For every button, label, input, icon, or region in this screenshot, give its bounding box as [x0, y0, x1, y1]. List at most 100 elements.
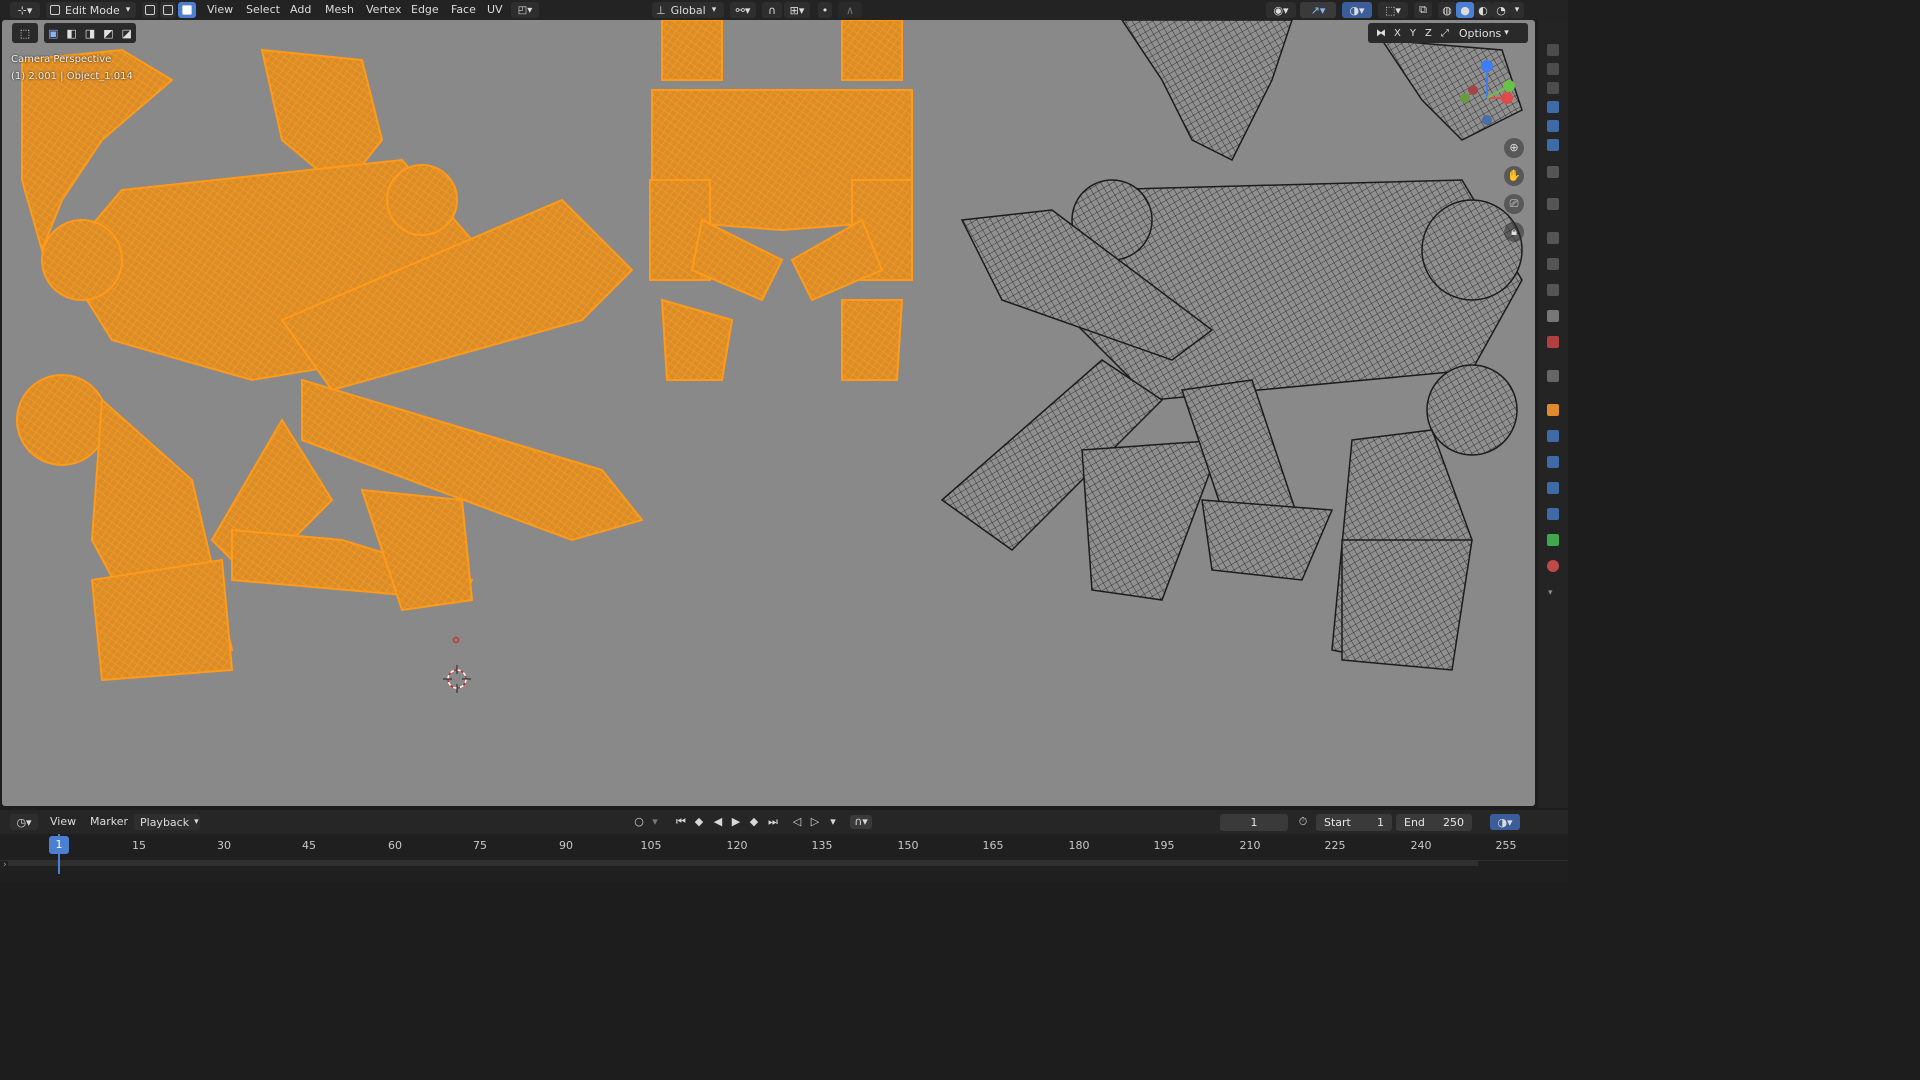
material-icon[interactable]: [1547, 560, 1559, 572]
select-subtract-icon[interactable]: ◨: [85, 27, 95, 40]
selected-robot-left[interactable]: [16, 48, 644, 682]
output-icon[interactable]: [1547, 258, 1559, 270]
lock-icon[interactable]: 🔒︎: [1504, 222, 1524, 242]
jump-start-icon[interactable]: ⏮: [674, 815, 688, 829]
menu-select[interactable]: Select: [246, 2, 280, 18]
shading-solid-button[interactable]: ●: [1456, 2, 1474, 18]
timeline-menu-marker[interactable]: Marker: [90, 814, 128, 830]
edge-select-button[interactable]: [160, 2, 176, 18]
world-icon[interactable]: [1547, 336, 1559, 348]
active-tool-button[interactable]: ⬚: [12, 23, 38, 43]
mesh-data-icon[interactable]: [1547, 534, 1559, 546]
camera-collection-icon-2[interactable]: [1547, 63, 1559, 75]
mode-dropdown[interactable]: Edit Mode ▾: [46, 2, 136, 18]
chevron-down-icon[interactable]: ▾: [826, 815, 840, 829]
wrench-tool-icon[interactable]: [1547, 198, 1559, 210]
view-layer-icon[interactable]: [1547, 284, 1559, 296]
transform-orientation-dropdown[interactable]: ⊥ Global ▾: [652, 2, 724, 18]
menu-mesh[interactable]: Mesh: [325, 2, 354, 18]
shading-rendered-button[interactable]: ◔: [1492, 2, 1510, 18]
3d-viewport[interactable]: ⬚ ▣ ◧ ◨ ◩ ◪ Camera Perspective (1) 2.001…: [2, 20, 1535, 806]
selected-robot-center[interactable]: [649, 20, 913, 381]
zoom-icon[interactable]: ⊕: [1504, 138, 1524, 158]
timeline-ruler[interactable]: 1 15 30 45 60 75 90 105 120 135 150 165 …: [0, 834, 1568, 882]
camera-collection-icon[interactable]: [1547, 44, 1559, 56]
jump-next-keyframe-icon[interactable]: ◆: [747, 815, 761, 829]
jump-end-icon[interactable]: ⏭: [766, 815, 780, 829]
constraints-icon[interactable]: [1547, 508, 1559, 520]
options-dropdown[interactable]: Options: [1459, 27, 1501, 40]
next-marker-icon[interactable]: ▷: [808, 815, 822, 829]
mirror-y-toggle[interactable]: Y: [1410, 28, 1416, 39]
tool-settings-icon[interactable]: [1547, 166, 1559, 178]
unselected-robot-right[interactable]: [940, 20, 1523, 671]
collection-icon[interactable]: [1547, 101, 1559, 113]
select-invert-icon[interactable]: ◩: [103, 27, 113, 40]
gizmo-neg-z-axis[interactable]: [1482, 115, 1492, 125]
prev-marker-icon[interactable]: ◁: [790, 815, 804, 829]
current-frame-field[interactable]: 1: [1220, 814, 1288, 831]
menu-vertex[interactable]: Vertex: [366, 2, 401, 18]
modifier-wrench-icon[interactable]: [1547, 430, 1559, 442]
start-frame-field[interactable]: Start 1: [1316, 814, 1392, 831]
shading-wireframe-button[interactable]: ◍: [1438, 2, 1456, 18]
shading-options-dropdown[interactable]: ▾: [1510, 2, 1524, 18]
pivot-point-dropdown[interactable]: ⚯▾: [730, 2, 756, 18]
editor-type-button[interactable]: ⊹▾: [10, 2, 40, 18]
gizmo-z-axis[interactable]: [1481, 60, 1493, 72]
camera-view-icon[interactable]: ⎚: [1504, 194, 1524, 214]
mirror-x-toggle[interactable]: X: [1394, 28, 1401, 39]
playback-dropdown[interactable]: Playback ▾: [134, 814, 200, 830]
object-icon[interactable]: [1547, 404, 1559, 416]
3d-cursor-icon[interactable]: [443, 665, 471, 693]
gizmo-neg-y-axis[interactable]: [1460, 93, 1470, 103]
play-icon[interactable]: ▶: [729, 815, 743, 829]
snap-target-dropdown[interactable]: ⊞▾: [784, 2, 810, 18]
xray-toggle[interactable]: ⧉: [1414, 2, 1432, 18]
collection-props-icon[interactable]: [1547, 370, 1559, 382]
auto-keying-toggle[interactable]: ○: [632, 815, 646, 829]
playhead-handle[interactable]: 1: [49, 836, 69, 854]
gizmo-neg-x-axis[interactable]: [1468, 85, 1478, 95]
select-extend-icon[interactable]: ◧: [66, 27, 76, 40]
menu-edge[interactable]: Edge: [411, 2, 439, 18]
timeline-menu-view[interactable]: View: [50, 814, 76, 830]
select-new-icon[interactable]: ▣: [48, 27, 58, 40]
timeline-overlays-dropdown[interactable]: ◑▾: [1490, 814, 1520, 830]
particles-icon[interactable]: [1547, 456, 1559, 468]
gizmo-y-axis[interactable]: [1503, 80, 1515, 92]
uv-tools-dropdown[interactable]: ◰▾: [511, 2, 539, 18]
face-select-button[interactable]: [178, 2, 196, 18]
menu-view[interactable]: View: [207, 2, 233, 18]
jump-prev-keyframe-icon[interactable]: ◆: [692, 815, 706, 829]
auto-merge-icon[interactable]: ⤢: [1441, 28, 1449, 39]
camera-collection-icon-3[interactable]: [1547, 82, 1559, 94]
falloff-dropdown[interactable]: ∧: [838, 2, 862, 18]
collection-icon-3[interactable]: [1547, 139, 1559, 151]
gizmo-dropdown[interactable]: ↗▾: [1300, 2, 1336, 18]
pan-hand-icon[interactable]: ✋: [1504, 166, 1524, 186]
visibility-dropdown[interactable]: ◉▾: [1266, 2, 1296, 18]
chevron-down-icon[interactable]: ▾: [1548, 588, 1553, 598]
gizmo-x-axis[interactable]: [1501, 92, 1513, 104]
shading-material-button[interactable]: ◐: [1474, 2, 1492, 18]
chevron-right-icon[interactable]: ›: [3, 860, 7, 870]
keying-set-dropdown[interactable]: ▾: [648, 815, 662, 829]
overlays-dropdown[interactable]: ◑▾: [1342, 2, 1372, 18]
mirror-z-toggle[interactable]: Z: [1425, 28, 1432, 39]
select-intersect-icon[interactable]: ◪: [122, 27, 132, 40]
proportional-edit-toggle[interactable]: •: [818, 2, 832, 18]
menu-face[interactable]: Face: [451, 2, 476, 18]
end-frame-field[interactable]: End 250: [1396, 814, 1472, 831]
snapping-toggle[interactable]: ∩▾: [850, 815, 872, 829]
menu-add[interactable]: Add: [290, 2, 311, 18]
mesh-edit-overlays-dropdown[interactable]: ⬚▾: [1378, 2, 1408, 18]
vertex-select-button[interactable]: [142, 2, 158, 18]
physics-icon[interactable]: [1547, 482, 1559, 494]
timeline-editor-type-button[interactable]: ◷▾: [10, 814, 38, 830]
scene-icon[interactable]: [1547, 310, 1559, 322]
snap-toggle[interactable]: ∩: [762, 2, 782, 18]
menu-uv[interactable]: UV: [487, 2, 503, 18]
stopwatch-icon[interactable]: ⏱: [1296, 815, 1310, 829]
render-icon[interactable]: [1547, 232, 1559, 244]
